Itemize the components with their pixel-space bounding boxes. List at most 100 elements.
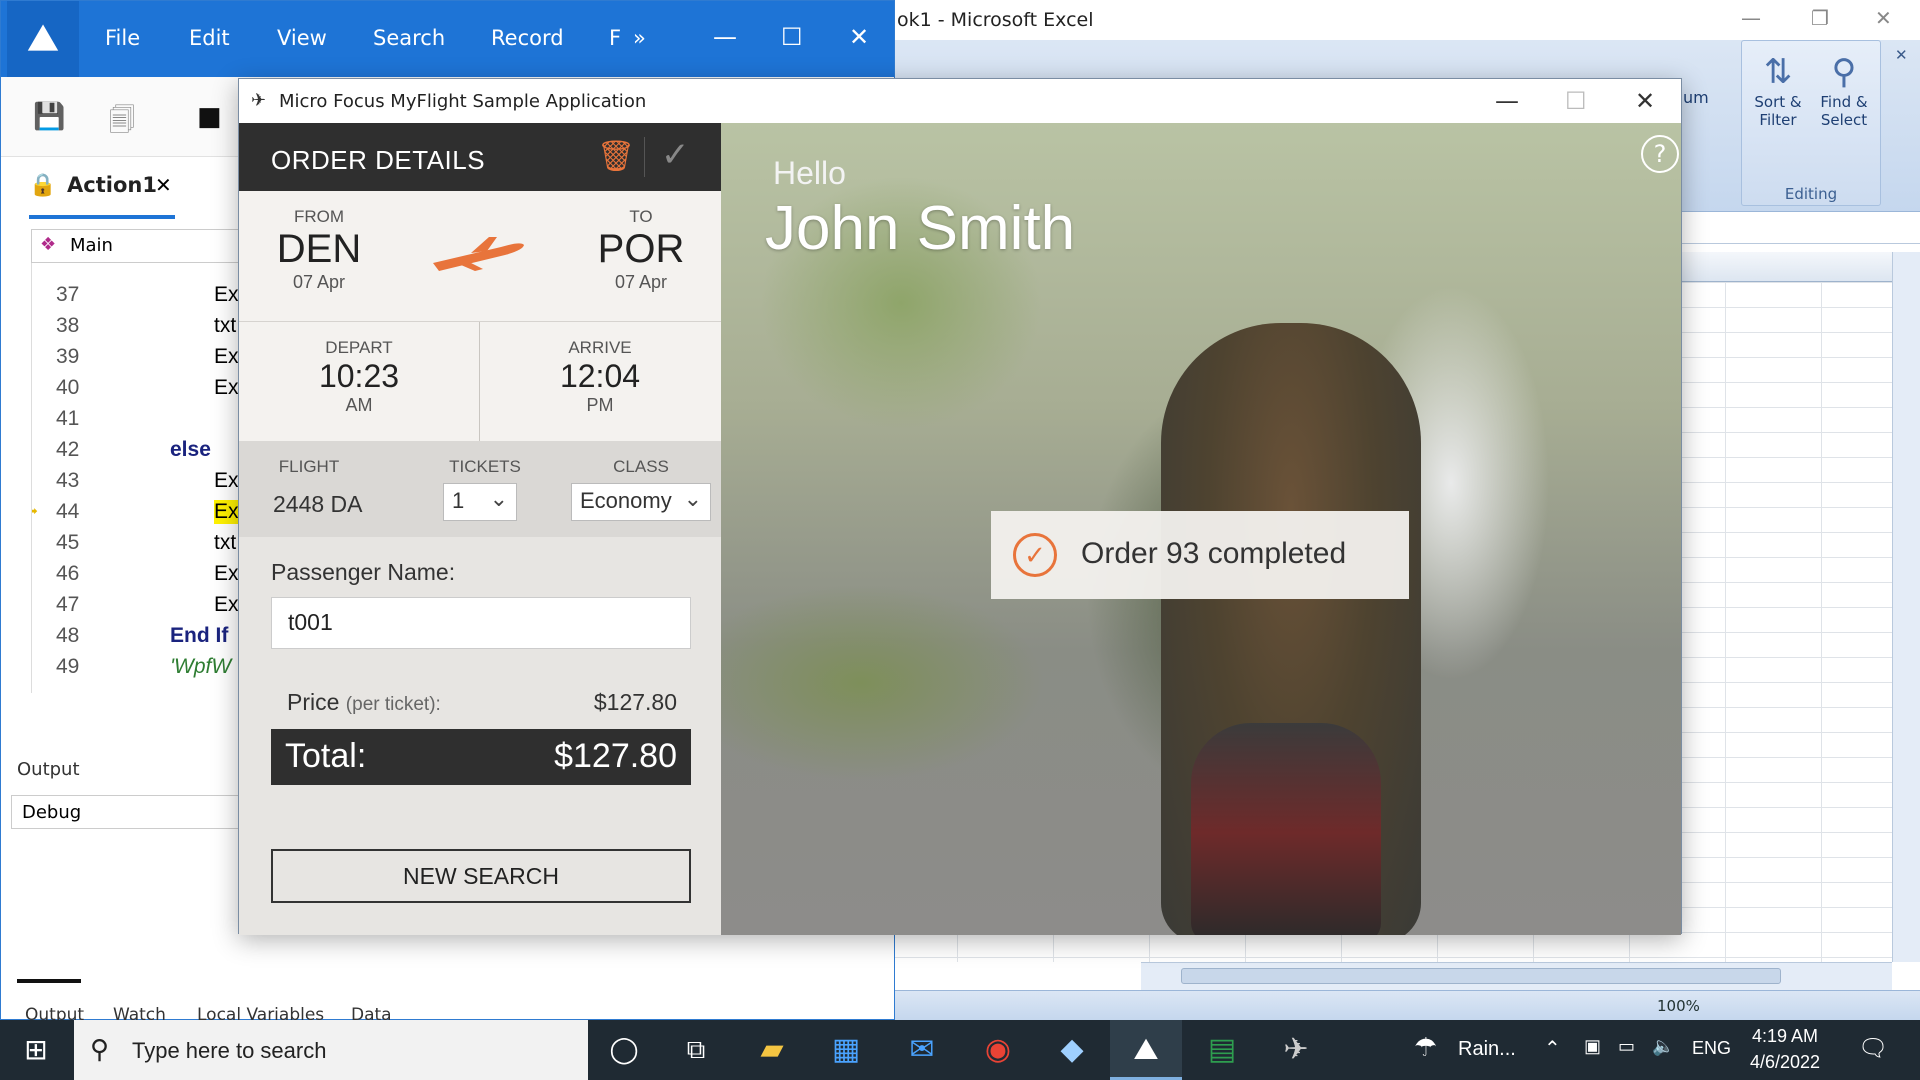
to-code: POR <box>597 227 685 271</box>
code-line: End If <box>170 624 229 647</box>
close-tab-icon[interactable]: ✕ <box>155 173 172 197</box>
order-header: ORDER DETAILS 🗑 ✓ <box>239 123 721 191</box>
stop-icon[interactable]: ■ <box>197 102 222 132</box>
editing-group-label: Editing <box>1784 185 1838 203</box>
order-panel: ORDER DETAILS 🗑 ✓ FROM DEN 07 Apr TO POR… <box>239 123 721 935</box>
weather-icon[interactable]: ☂ <box>1414 1032 1437 1063</box>
horizontal-scrollbar[interactable] <box>1141 962 1892 990</box>
language-indicator[interactable]: ENG <box>1692 1038 1731 1059</box>
myflight-taskbar-icon[interactable]: ✈ <box>1260 1020 1332 1080</box>
output-mode-dropdown[interactable]: Debug <box>11 795 243 829</box>
order-toast: ✓ Order 93 completed <box>991 511 1409 599</box>
find-select-button[interactable]: ⚲ Find & Select <box>1812 51 1876 129</box>
code-line: txt <box>214 314 237 337</box>
line-number: 40 <box>56 376 80 399</box>
taskbar-search[interactable]: ⚲ Type here to search <box>74 1020 588 1080</box>
close-icon[interactable]: ✕ <box>1875 6 1892 30</box>
menu-file[interactable]: File <box>105 26 140 50</box>
maximize-icon[interactable]: ☐ <box>1565 87 1587 115</box>
output-mode-value: Debug <box>22 802 82 823</box>
hero-photo: Hello John Smith ? ✓ Order 93 completed <box>721 123 1681 935</box>
device-icon[interactable]: ▣ <box>1584 1036 1601 1057</box>
line-number: 39 <box>56 345 80 368</box>
close-icon[interactable]: ✕ <box>849 23 869 51</box>
scroll-thumb[interactable] <box>1181 968 1781 984</box>
file-explorer-icon[interactable]: ▰ <box>736 1020 808 1080</box>
maximize-icon[interactable]: ☐ <box>781 23 803 51</box>
help-icon[interactable]: ? <box>1641 135 1679 173</box>
vertical-scrollbar[interactable] <box>1892 252 1920 962</box>
zoom-level[interactable]: 100% <box>1657 997 1700 1015</box>
delete-order-icon[interactable]: 🗑 <box>597 139 635 174</box>
price-sub-label: (per ticket): <box>345 694 441 715</box>
network-icon[interactable]: ▭ <box>1618 1036 1635 1057</box>
menu-more[interactable]: F <box>609 26 621 50</box>
weather-text[interactable]: Rain... <box>1458 1038 1516 1061</box>
cortana-icon[interactable]: ◯ <box>588 1020 660 1080</box>
uft-taskbar-icon[interactable]: ⛰ <box>1110 1020 1182 1080</box>
minimize-icon[interactable]: — <box>713 23 737 51</box>
volume-icon[interactable]: 🔈 <box>1652 1036 1674 1057</box>
current-line-arrow-icon: ➡ <box>32 499 38 523</box>
scope-dropdown[interactable]: ❖ Main <box>31 229 241 263</box>
tickets-select[interactable]: 1 ⌄ <box>443 483 517 521</box>
mail-icon[interactable]: ✉ <box>886 1020 958 1080</box>
code-line: Exe <box>214 345 241 368</box>
chevron-up-icon[interactable]: ⌃ <box>1544 1036 1561 1061</box>
myflight-titlebar: ✈ Micro Focus MyFlight Sample Applicatio… <box>239 79 1681 123</box>
line-number: 43 <box>56 469 80 492</box>
scope-value: Main <box>70 235 113 256</box>
minimize-icon[interactable]: — <box>1495 87 1519 115</box>
arrive-time: 12:04 <box>559 358 641 394</box>
sort-filter-label: Sort & Filter <box>1754 93 1802 129</box>
to-date: 07 Apr <box>614 272 668 292</box>
menu-overflow-icon[interactable]: » <box>633 26 646 50</box>
passenger-name-input[interactable]: t001 <box>271 597 691 649</box>
arrive-block: ARRIVE 12:04 PM <box>479 338 721 416</box>
clock-date[interactable]: 4/6/2022 <box>1750 1052 1820 1073</box>
minimize-icon[interactable]: — <box>1741 6 1761 30</box>
notifications-icon[interactable]: 🗨 <box>1858 1034 1888 1063</box>
destination-block: TO POR 07 Apr <box>581 207 701 293</box>
taskbar: ⊞ ⚲ Type here to search ◯ ⧉ ▰ ▦ ✉ ◉ ◆ ⛰ … <box>0 1020 1920 1080</box>
sort-filter-button[interactable]: ⇅ Sort & Filter <box>1746 51 1810 129</box>
flight-plane-icon <box>433 237 524 271</box>
depart-ampm: AM <box>345 395 373 415</box>
confirm-icon[interactable]: ✓ <box>661 135 690 175</box>
total-value: $127.80 <box>554 737 677 775</box>
save-icon[interactable]: 💾 <box>33 102 65 132</box>
store-icon[interactable]: ▦ <box>810 1020 882 1080</box>
plane-icon: ✈ <box>251 90 267 111</box>
flight-details-section: FLIGHT 2448 DA TICKETS 1 ⌄ CLASS Economy… <box>239 441 721 537</box>
ribbon-close-icon[interactable]: ✕ <box>1895 46 1908 64</box>
menu-record[interactable]: Record <box>491 26 564 50</box>
task-view-icon[interactable]: ⧉ <box>660 1020 732 1080</box>
menu-edit[interactable]: Edit <box>189 26 230 50</box>
depart-time: 10:23 <box>318 358 400 394</box>
app-icon[interactable]: ◆ <box>1036 1020 1108 1080</box>
depart-block: DEPART 10:23 AM <box>239 338 479 416</box>
restore-icon[interactable]: ❐ <box>1811 6 1829 30</box>
code-line: Exe <box>214 562 241 585</box>
class-select[interactable]: Economy ⌄ <box>571 483 711 521</box>
autosum-label[interactable]: um <box>1683 88 1709 107</box>
new-search-button[interactable]: NEW SEARCH <box>271 849 691 903</box>
chrome-icon[interactable]: ◉ <box>962 1020 1034 1080</box>
excel-taskbar-icon[interactable]: ▤ <box>1186 1020 1258 1080</box>
greeting-label: Hello <box>773 155 846 191</box>
code-line-current: Exe <box>214 500 241 524</box>
menu-view[interactable]: View <box>277 26 327 50</box>
tab-action1[interactable]: Action1 <box>67 173 157 197</box>
menu-search[interactable]: Search <box>373 26 445 50</box>
flight-label: FLIGHT <box>278 457 340 476</box>
search-placeholder: Type here to search <box>132 1038 327 1063</box>
windows-start-icon[interactable]: ⊞ <box>0 1020 72 1080</box>
save-all-icon[interactable]: 🗐 <box>109 102 135 146</box>
chevron-down-icon: ⌄ <box>489 486 508 511</box>
uft-logo-icon[interactable]: ⛰ <box>7 1 79 77</box>
clock-time[interactable]: 4:19 AM <box>1752 1026 1818 1047</box>
code-editor[interactable]: 37 Exe 38 txt 39 Exe 40 Exe 41 42 else 4… <box>31 263 241 693</box>
close-icon[interactable]: ✕ <box>1635 87 1655 115</box>
to-label: TO <box>629 207 653 226</box>
toast-message: Order 93 completed <box>1081 537 1347 570</box>
